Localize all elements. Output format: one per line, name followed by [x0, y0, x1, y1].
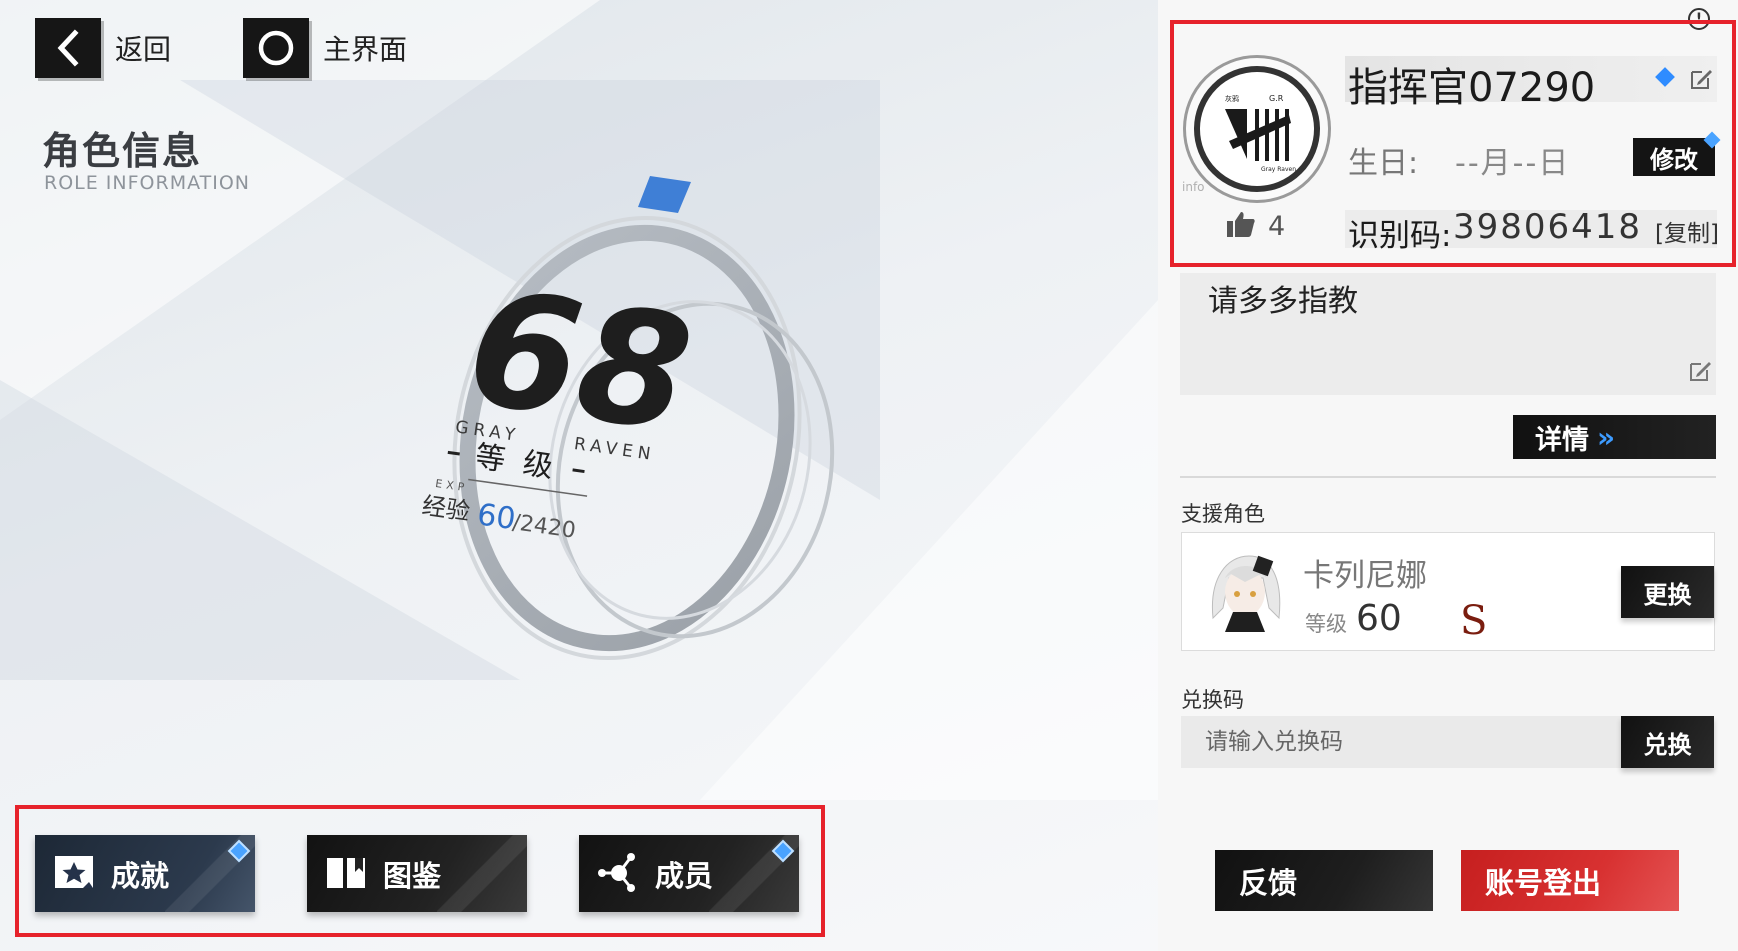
player-id-value: 39806418 — [1453, 207, 1643, 247]
details-label: 详情 — [1535, 424, 1589, 456]
home-label: 主界面 — [323, 33, 408, 66]
support-section-label: 支援角色 — [1181, 502, 1265, 526]
tab-label: 成就 — [111, 858, 170, 893]
copy-id-button[interactable]: [复制] — [1655, 214, 1719, 248]
tab-label: 图鉴 — [383, 858, 442, 893]
tab-achievements[interactable]: 成就 — [35, 835, 255, 912]
support-rank: S — [1460, 598, 1488, 644]
like-count: 4 — [1268, 210, 1286, 242]
page-title: 角色信息 — [42, 129, 203, 173]
details-button[interactable]: 详情 » — [1513, 415, 1716, 459]
exp-progress-marker — [638, 176, 691, 213]
double-chevron-right-icon: » — [1597, 420, 1616, 454]
redeem-button[interactable]: 兑换 — [1621, 716, 1714, 768]
redeem-section-label: 兑换码 — [1181, 688, 1244, 712]
birthday-value: --月--日 — [1455, 146, 1571, 181]
svg-text:G.R: G.R — [1269, 94, 1284, 103]
logout-button[interactable]: 账号登出 — [1461, 850, 1679, 911]
birthday-label: 生日: — [1348, 146, 1419, 181]
network-nodes-icon — [597, 851, 639, 897]
feedback-button[interactable]: 反馈 — [1215, 850, 1433, 911]
level-ring: 68 GRAY RAVEN 等级 EXP 经验 60 /2420 — [420, 176, 835, 661]
back-label: 返回 — [115, 33, 172, 66]
home-circle-icon — [243, 18, 309, 78]
tab-codex[interactable]: 图鉴 — [307, 835, 527, 912]
support-level-label: 等级 — [1305, 612, 1347, 636]
exp-label: 经验 — [420, 491, 471, 525]
signature-text: 请多多指教 — [1208, 284, 1358, 319]
gray-raven-emblem-icon: 灰鸦 G.R Gray Raven — [1194, 66, 1320, 192]
tab-label: 成员 — [655, 858, 714, 893]
support-level-value: 60 — [1356, 598, 1402, 639]
svg-text:Gray Raven: Gray Raven — [1261, 166, 1296, 173]
home-button[interactable]: 主界面 — [243, 18, 407, 78]
like-button[interactable]: 4 — [1226, 210, 1285, 242]
svg-text:灰鸦: 灰鸦 — [1225, 94, 1239, 103]
page-subtitle: ROLE INFORMATION — [44, 172, 250, 194]
avatar[interactable]: 灰鸦 G.R Gray Raven — [1183, 55, 1331, 203]
swap-character-button[interactable]: 更换 — [1621, 566, 1714, 618]
character-portrait — [1203, 548, 1287, 632]
player-id-label: 识别码: — [1348, 218, 1452, 254]
modify-birthday-button[interactable]: 修改 — [1633, 138, 1715, 176]
tab-members[interactable]: 成员 — [579, 835, 799, 912]
divider — [1180, 476, 1716, 478]
achievement-star-icon — [53, 854, 95, 894]
support-character-name: 卡列尼娜 — [1303, 558, 1427, 594]
edit-signature-icon[interactable] — [1687, 358, 1713, 388]
back-button[interactable]: 返回 — [35, 18, 171, 78]
exp-total: /2420 — [511, 510, 577, 544]
redeem-code-input[interactable] — [1181, 716, 1622, 768]
book-icon — [325, 854, 367, 894]
chevron-left-icon — [35, 18, 101, 78]
thumbs-up-icon — [1226, 210, 1256, 242]
avatar-info-tag: info — [1182, 180, 1205, 194]
player-name: 指挥官07290 — [1348, 65, 1596, 111]
edit-name-icon[interactable] — [1688, 66, 1714, 96]
